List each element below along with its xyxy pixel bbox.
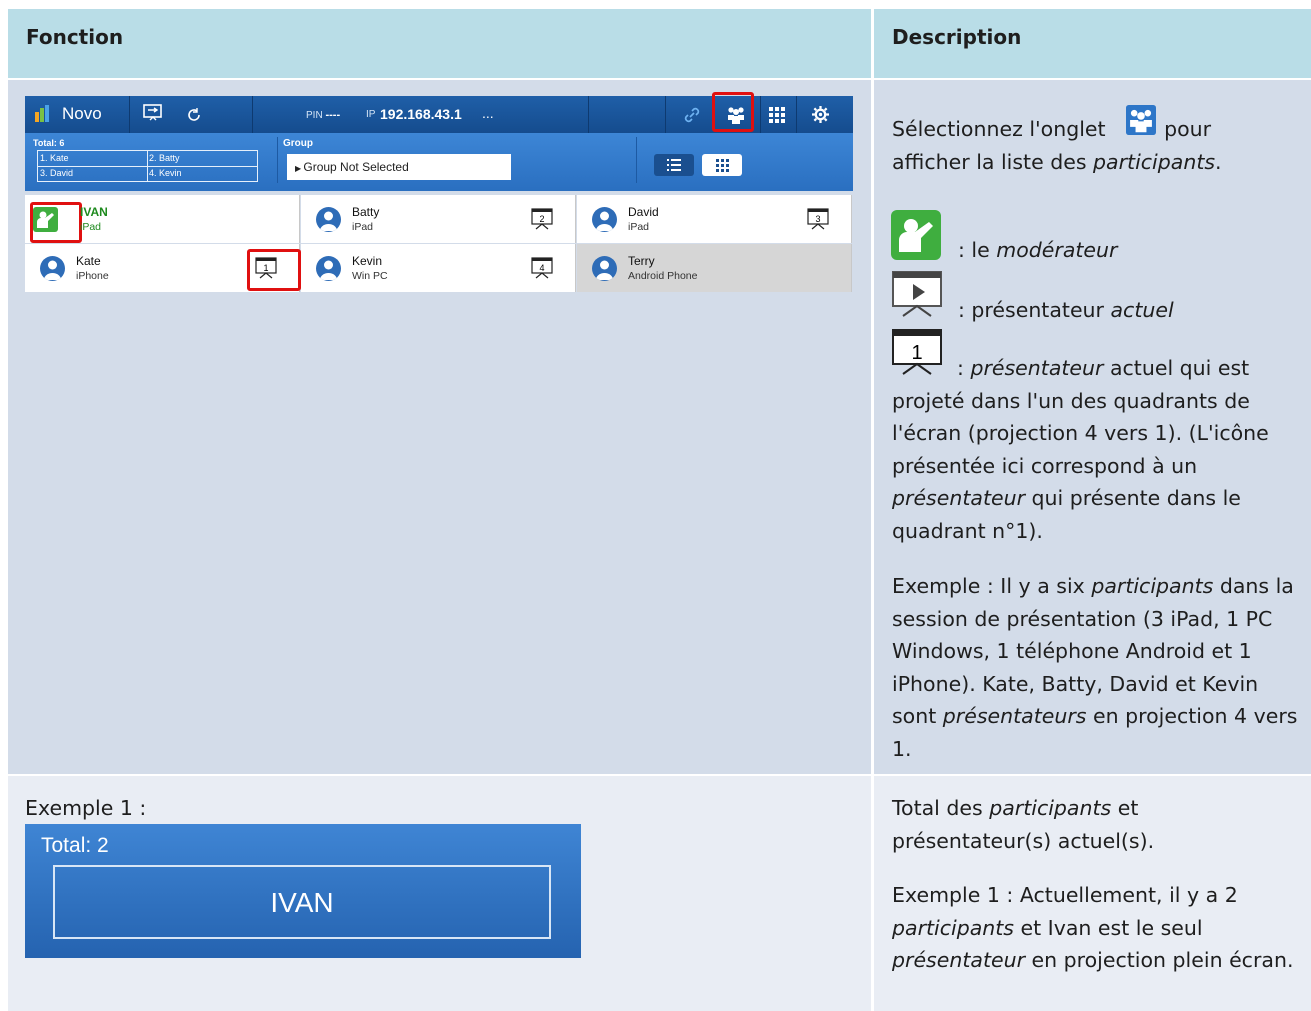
participant-name: IVAN <box>80 205 108 219</box>
list-view-button[interactable] <box>654 154 694 176</box>
example1-total: Total: 2 <box>41 834 109 857</box>
desc-current-presenter: : présentateur actuel <box>958 298 1174 322</box>
total-participants: Total: 6 <box>33 138 65 148</box>
participant-device: iPad <box>80 221 102 233</box>
participant-name: Kate <box>76 254 101 268</box>
participant-cell-ivan[interactable]: IVAN iPad <box>25 195 300 243</box>
example1-total-image: Total: 2 IVAN <box>25 824 581 958</box>
novo-app-screenshot: Novo PIN ---- IP 192.168.43.1 ... Total:… <box>25 92 853 293</box>
header-cell-fonction: Fonction <box>8 9 871 78</box>
highlight-moderator <box>30 202 82 243</box>
example1-presenter-name: IVAN <box>270 887 334 918</box>
user-avatar-icon <box>316 207 341 232</box>
moderator-icon <box>891 210 941 260</box>
quadrant-name: 1. Kate <box>40 153 69 163</box>
desc-example: Exemple : Il y a six participants dans l… <box>892 574 1298 761</box>
participant-device: Android Phone <box>628 270 698 282</box>
presenter-quadrant-2-icon: 2 <box>531 208 553 230</box>
user-avatar-icon <box>592 207 617 232</box>
participant-device: Win PC <box>352 270 388 282</box>
example1-presenter-box: IVAN <box>53 865 551 939</box>
group-selector[interactable]: ▶ Group Not Selected <box>287 154 511 180</box>
desc-total: Total des participants et présentateur(s… <box>892 796 1155 853</box>
participant-cell-kevin[interactable]: Kevin Win PC 4 <box>301 244 576 292</box>
participant-name: Terry <box>628 254 655 268</box>
participants-tab-icon <box>1126 105 1157 135</box>
list-icon <box>667 159 681 171</box>
desc-moderator: : le modérateur <box>958 238 1118 262</box>
ip-label: IP <box>366 109 376 120</box>
header-description: Description <box>892 25 1022 49</box>
presenter-quadrant-4-icon: 4 <box>531 257 553 279</box>
link-icon[interactable] <box>683 106 701 124</box>
quadrant-name: 2. Batty <box>149 153 180 163</box>
novo-logo-icon <box>35 105 49 122</box>
participant-cell-kate[interactable]: Kate iPhone 1 <box>25 244 301 292</box>
user-avatar-icon <box>592 256 617 281</box>
participant-cell-terry[interactable]: Terry Android Phone <box>577 244 852 292</box>
ip-address: 192.168.43.1 <box>380 106 462 122</box>
presenter-quadrant-3-icon: 3 <box>807 208 829 230</box>
app-subbar: Total: 6 1. Kate 2. Batty 3. David 4. Ke… <box>25 133 853 191</box>
desc-quadrant-presenter: : présentateur actuel qui est projeté da… <box>892 356 1269 543</box>
participant-name: Batty <box>352 205 380 219</box>
app-name: Novo <box>62 104 102 123</box>
participant-device: iPad <box>628 221 650 233</box>
group-label: Group <box>283 138 313 149</box>
grid-view-icon[interactable] <box>769 107 785 123</box>
settings-gear-icon[interactable] <box>812 106 829 123</box>
quadrant-name: 4. Kevin <box>149 168 182 178</box>
example1-label: Exemple 1 : <box>25 796 147 820</box>
header-cell-description: Description <box>874 9 1311 78</box>
current-presenter-icon <box>892 271 942 317</box>
highlight-participants-tab <box>712 92 754 132</box>
quadrant-name: 3. David <box>40 168 74 178</box>
participant-name: Kevin <box>352 254 383 268</box>
svg-text:2: 2 <box>539 214 544 224</box>
participant-device: iPad <box>352 221 374 233</box>
desc-select-tab: Sélectionnez l'onglet pour afficher la l… <box>892 105 1302 178</box>
svg-text:4: 4 <box>539 263 544 273</box>
highlight-quadrant-icon <box>247 249 301 291</box>
more-dots[interactable]: ... <box>482 105 494 121</box>
grid-icon <box>716 159 729 172</box>
desc-example1: Exemple 1 : Actuellement, il y a 2 parti… <box>892 883 1294 972</box>
screen-share-icon[interactable] <box>142 104 164 124</box>
refresh-icon[interactable] <box>186 107 202 123</box>
header-fonction: Fonction <box>26 25 124 49</box>
participant-device: iPhone <box>76 270 109 282</box>
participant-cell-david[interactable]: David iPad 3 <box>577 195 852 243</box>
presenter-quadrant-grid: 1. Kate 2. Batty 3. David 4. Kevin <box>37 150 258 182</box>
participant-name: David <box>628 205 659 219</box>
user-avatar-icon <box>40 256 65 281</box>
user-avatar-icon <box>316 256 341 281</box>
participant-cell-batty[interactable]: Batty iPad 2 <box>301 195 576 243</box>
grid-view-button[interactable] <box>702 154 742 176</box>
pin-label: PIN ---- <box>306 109 341 121</box>
svg-text:3: 3 <box>815 214 820 224</box>
app-toolbar: Novo PIN ---- IP 192.168.43.1 ... <box>25 92 853 133</box>
